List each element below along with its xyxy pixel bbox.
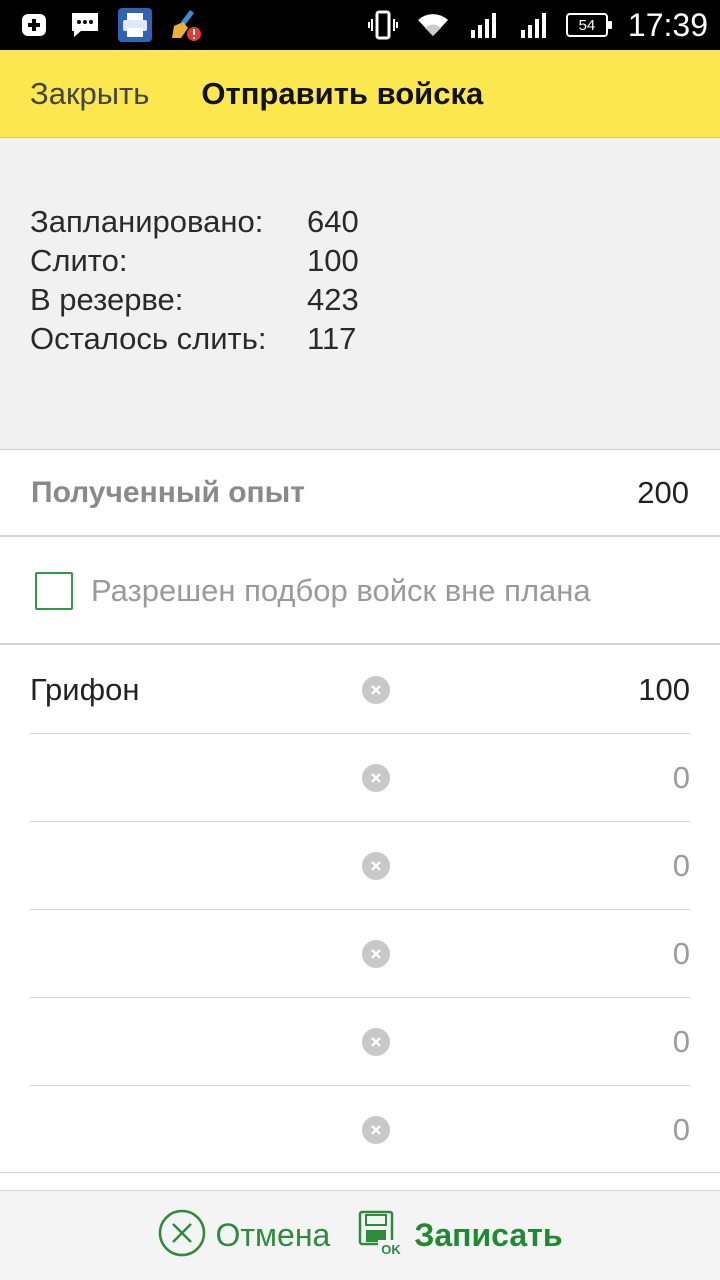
troop-qty[interactable]: 0 xyxy=(673,848,690,884)
signal-2-icon xyxy=(516,8,550,42)
stat-row-remaining: Осталось слить: 117 xyxy=(30,319,359,358)
allow-unplanned-row[interactable]: Разрешен подбор войск вне плана xyxy=(0,538,720,645)
page-title: Отправить войска xyxy=(201,75,484,111)
clock: 17:39 xyxy=(627,6,708,43)
stat-row-reserve: В резерве: 423 xyxy=(30,280,359,319)
list-item[interactable]: 0 xyxy=(30,822,690,910)
stat-row-planned: Запланировано: 640 xyxy=(30,202,359,241)
experience-label: Полученный опыт xyxy=(31,476,305,509)
cancel-label: Отмена xyxy=(215,1217,331,1253)
stat-value: 640 xyxy=(307,204,359,239)
list-item[interactable]: 0 xyxy=(30,734,690,822)
stat-label: Слито: xyxy=(30,243,128,278)
add-icon xyxy=(18,8,52,42)
battery-icon: 54 xyxy=(565,13,612,37)
app-header: Закрыть Отправить войска xyxy=(0,50,720,138)
clear-icon[interactable] xyxy=(362,1116,390,1144)
troop-qty[interactable]: 100 xyxy=(638,672,690,708)
footer-toolbar: Отмена OK Записать xyxy=(0,1190,720,1280)
clear-icon[interactable] xyxy=(362,852,390,880)
system-icons: 54 17:39 xyxy=(366,7,708,44)
svg-text:OK: OK xyxy=(382,1242,402,1256)
stats-panel: Запланировано: 640 Слито: 100 В резерве:… xyxy=(0,138,720,450)
troop-qty[interactable]: 0 xyxy=(673,760,690,796)
experience-value[interactable]: 200 xyxy=(637,475,689,511)
troop-list: Грифон 100 0 0 0 0 0 xyxy=(0,646,720,1174)
clear-icon[interactable] xyxy=(362,940,390,968)
experience-row[interactable]: Полученный опыт 200 xyxy=(0,451,720,537)
list-item[interactable]: 0 xyxy=(30,910,690,998)
stat-label: Запланировано: xyxy=(30,204,264,239)
cancel-icon xyxy=(158,1209,206,1262)
stat-label: Осталось слить: xyxy=(30,321,267,356)
clear-icon[interactable] xyxy=(362,764,390,792)
vibrate-icon xyxy=(366,8,400,42)
signal-1-icon xyxy=(466,8,500,42)
stat-value: 423 xyxy=(307,282,359,317)
printer-icon xyxy=(118,8,152,42)
list-item[interactable]: 0 xyxy=(30,1086,690,1174)
list-item[interactable]: 0 xyxy=(30,998,690,1086)
stat-value: 100 xyxy=(307,243,359,278)
clear-icon[interactable] xyxy=(362,1028,390,1056)
troop-qty[interactable]: 0 xyxy=(673,1024,690,1060)
message-icon xyxy=(68,8,102,42)
allow-unplanned-label[interactable]: Разрешен подбор войск вне плана xyxy=(91,573,591,609)
divider xyxy=(0,1172,720,1173)
stat-row-merged: Слито: 100 xyxy=(30,241,359,280)
stat-label: В резерве: xyxy=(30,282,184,317)
cancel-button[interactable]: Отмена xyxy=(158,1209,331,1262)
close-button[interactable]: Закрыть xyxy=(30,76,149,112)
cleaner-icon xyxy=(168,8,202,42)
troop-name[interactable]: Грифон xyxy=(30,672,360,708)
save-ok-icon: OK xyxy=(358,1210,405,1261)
stats-table: Запланировано: 640 Слито: 100 В резерве:… xyxy=(30,202,359,358)
notification-icons xyxy=(18,8,202,42)
clear-icon[interactable] xyxy=(362,676,390,704)
wifi-icon xyxy=(416,8,450,42)
troop-qty[interactable]: 0 xyxy=(673,1112,690,1148)
troop-qty[interactable]: 0 xyxy=(673,936,690,972)
status-bar: 54 17:39 xyxy=(0,0,720,50)
list-item[interactable]: Грифон 100 xyxy=(30,646,690,734)
save-button[interactable]: OK Записать xyxy=(358,1210,562,1261)
save-label: Записать xyxy=(414,1217,563,1253)
allow-unplanned-checkbox[interactable] xyxy=(35,571,73,610)
stat-value: 117 xyxy=(307,321,357,356)
